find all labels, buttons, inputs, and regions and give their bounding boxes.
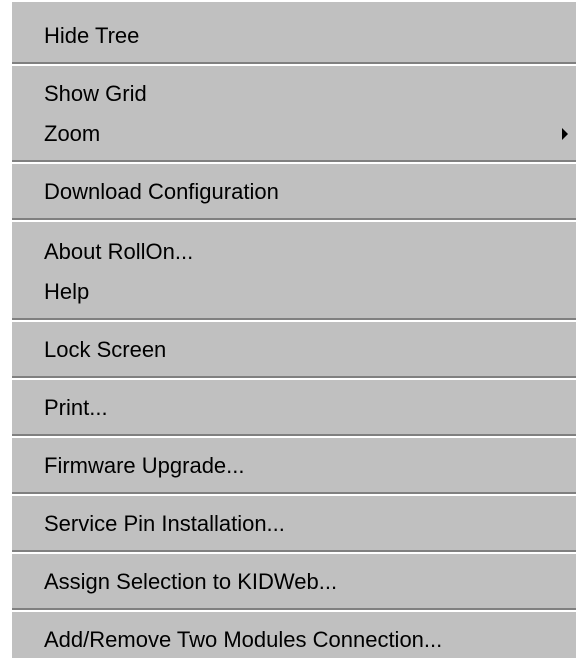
menu-item-label: Firmware Upgrade...: [44, 453, 245, 478]
menu-item-service-pin-installation[interactable]: Service Pin Installation...: [12, 506, 576, 542]
menu-item-about[interactable]: About RollOn...: [12, 234, 576, 270]
menu-item-label: Lock Screen: [44, 337, 167, 362]
menu-item-print[interactable]: Print...: [12, 390, 576, 426]
menu-item-label: Show Grid: [44, 81, 147, 106]
menu-item-label: Help: [44, 279, 90, 304]
menu-separator: [12, 376, 576, 380]
submenu-arrow-icon: [562, 128, 568, 140]
menu-separator: [12, 318, 576, 322]
menu-separator: [12, 550, 576, 554]
context-menu: Hide Tree Show Grid Zoom Download Config…: [10, 0, 576, 658]
menu-item-show-grid[interactable]: Show Grid: [12, 76, 576, 112]
menu-item-label: About RollOn...: [44, 239, 194, 264]
menu-item-lock-screen[interactable]: Lock Screen: [12, 332, 576, 368]
menu-item-help[interactable]: Help: [12, 274, 576, 310]
menu-item-label: Print...: [44, 395, 108, 420]
menu-separator: [12, 62, 576, 66]
menu-separator: [12, 160, 576, 164]
menu-item-label: Zoom: [44, 121, 101, 146]
menu-item-label: Hide Tree: [44, 23, 140, 48]
menu-separator: [12, 434, 576, 438]
menu-separator: [12, 492, 576, 496]
menu-item-label: Assign Selection to KIDWeb...: [44, 569, 338, 594]
menu-separator: [12, 218, 576, 222]
menu-item-add-remove-connection[interactable]: Add/Remove Two Modules Connection...: [12, 622, 576, 658]
menu-item-label: Download Configuration: [44, 179, 279, 204]
menu-item-hide-tree[interactable]: Hide Tree: [12, 18, 576, 54]
menu-item-firmware-upgrade[interactable]: Firmware Upgrade...: [12, 448, 576, 484]
menu-item-label: Add/Remove Two Modules Connection...: [44, 627, 443, 652]
menu-item-assign-selection[interactable]: Assign Selection to KIDWeb...: [12, 564, 576, 600]
menu-item-label: Service Pin Installation...: [44, 511, 285, 536]
menu-item-zoom[interactable]: Zoom: [12, 116, 576, 152]
menu-item-download-configuration[interactable]: Download Configuration: [12, 174, 576, 210]
menu-separator: [12, 608, 576, 612]
